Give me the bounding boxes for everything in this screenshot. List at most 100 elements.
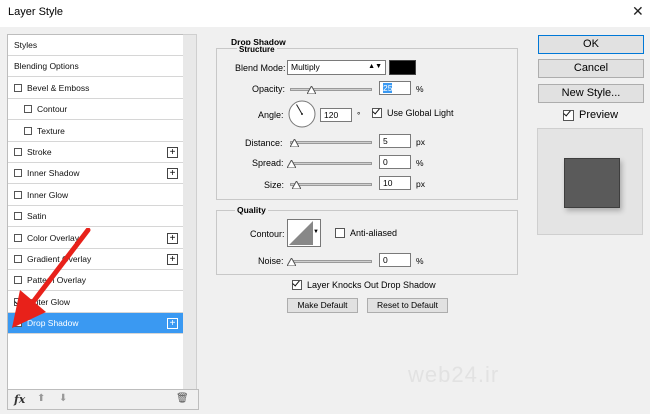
style-item-contour[interactable]: Contour [8,99,184,121]
checkbox-icon [372,108,382,118]
noise-slider[interactable] [290,260,372,263]
style-item-satin[interactable]: Satin [8,206,184,228]
preview-label: Preview [579,109,619,121]
red-arrow-annotation [12,228,91,328]
spread-input[interactable]: 0 [379,155,411,169]
spread-label: Spread: [252,158,284,168]
structure-title: Structure [237,45,277,54]
checkbox-icon [563,109,574,121]
move-up-icon[interactable]: ⬆ [37,393,45,404]
size-input[interactable]: 10 [379,176,411,190]
style-item-inner-shadow[interactable]: Inner Shadow + [8,163,184,185]
anti-aliased-checkbox[interactable]: Anti-aliased [335,228,397,238]
close-icon[interactable]: ✕ [632,3,644,20]
opacity-input[interactable]: 25 [379,81,411,95]
use-global-light-label: Use Global Light [387,108,454,118]
checkbox-icon[interactable] [24,105,32,114]
checkbox-icon[interactable] [14,190,22,199]
trash-icon[interactable]: 🗑 [176,393,189,404]
opacity-slider-thumb[interactable] [306,86,316,94]
ok-button[interactable]: OK [538,35,644,54]
distance-slider[interactable] [290,141,372,144]
size-slider-thumb[interactable] [292,181,301,189]
opacity-slider[interactable] [290,88,372,91]
make-default-button[interactable]: Make Default [287,298,358,313]
add-style-icon[interactable]: + [167,147,178,158]
add-style-icon[interactable]: + [167,232,178,244]
preview-checkbox[interactable]: Preview [563,109,618,121]
opacity-label: Opacity: [252,84,286,94]
cancel-button[interactable]: Cancel [538,59,644,78]
style-item-label: Stroke [27,147,52,157]
style-item-label: Inner Glow [27,189,69,200]
shadow-color-swatch[interactable] [389,60,416,75]
blend-mode-select[interactable]: Multiply ▲▼ [287,60,386,75]
angle-input[interactable]: 120 [320,108,352,122]
style-item-label: Texture [37,125,65,136]
move-down-icon[interactable]: ⬇ [59,393,67,404]
style-item-bevel-emboss[interactable]: Bevel & Emboss [8,78,184,99]
style-item-blending-options[interactable]: Blending Options [8,56,184,78]
reset-to-default-button[interactable]: Reset to Default [367,298,448,313]
angle-unit: ° [357,110,361,120]
checkbox-icon[interactable] [14,148,22,156]
noise-unit: % [416,256,424,266]
angle-dial[interactable] [288,100,316,128]
style-item-stroke[interactable]: Stroke + [8,142,184,163]
contour-label: Contour: [250,229,285,239]
noise-slider-thumb[interactable] [287,258,296,266]
distance-input[interactable]: 5 [379,134,411,148]
style-item-label: Contour [37,104,68,115]
contour-picker[interactable]: ▼ [287,219,321,247]
dropdown-arrow-icon: ▼ [313,229,319,235]
distance-label: Distance: [245,138,283,148]
noise-value: 0 [383,255,388,265]
style-item-label: Styles [14,40,38,50]
style-item-texture[interactable]: Texture [8,121,184,142]
size-label: Size: [264,180,285,190]
style-item-label: Inner Shadow [27,168,80,179]
quality-title: Quality [235,205,268,215]
add-style-icon[interactable]: + [167,254,178,265]
styles-bottom-bar: fx ⬆ ⬇ 🗑 [7,389,199,410]
new-style-button[interactable]: New Style... [538,84,644,103]
window-title: Layer Style [8,6,64,18]
distance-unit: px [416,137,425,147]
checkbox-icon[interactable] [14,169,22,178]
blend-mode-value: Multiply [291,62,320,72]
opacity-value: 25 [383,83,393,93]
distance-slider-thumb[interactable] [290,139,299,147]
spread-slider[interactable] [290,162,372,165]
layer-knocks-out-checkbox[interactable]: Layer Knocks Out Drop Shadow [292,280,436,290]
contour-curve-icon [289,221,313,245]
styles-scrollbar[interactable] [183,34,197,390]
preview-swatch [564,158,620,208]
watermark: web24.ir [408,362,500,387]
spread-slider-thumb[interactable] [287,160,296,168]
style-item-label: Bevel & Emboss [27,82,90,93]
noise-input[interactable]: 0 [379,253,411,267]
checkbox-icon[interactable] [14,212,22,221]
size-slider[interactable] [290,183,372,186]
use-global-light-checkbox[interactable]: Use Global Light [372,108,454,118]
fx-icon[interactable]: fx [14,393,25,406]
style-item-styles[interactable]: Styles [8,35,184,56]
size-unit: px [416,179,425,189]
style-item-inner-glow[interactable]: Inner Glow [8,185,184,206]
opacity-unit: % [416,84,424,94]
checkbox-icon [335,228,345,238]
angle-value: 120 [324,110,339,120]
add-style-icon[interactable]: + [167,168,178,180]
style-item-label: Blending Options [14,61,79,72]
checkbox-icon[interactable] [24,126,32,135]
noise-label: Noise: [258,256,284,266]
add-style-icon[interactable]: + [167,318,178,330]
title-bar: Layer Style ✕ [0,0,650,27]
size-value: 10 [383,178,393,188]
layer-knocks-out-label: Layer Knocks Out Drop Shadow [307,280,436,290]
blend-mode-label: Blend Mode: [235,63,286,73]
checkbox-icon [292,280,302,290]
distance-value: 5 [383,136,388,146]
anti-aliased-label: Anti-aliased [350,228,398,238]
checkbox-icon[interactable] [14,83,22,92]
